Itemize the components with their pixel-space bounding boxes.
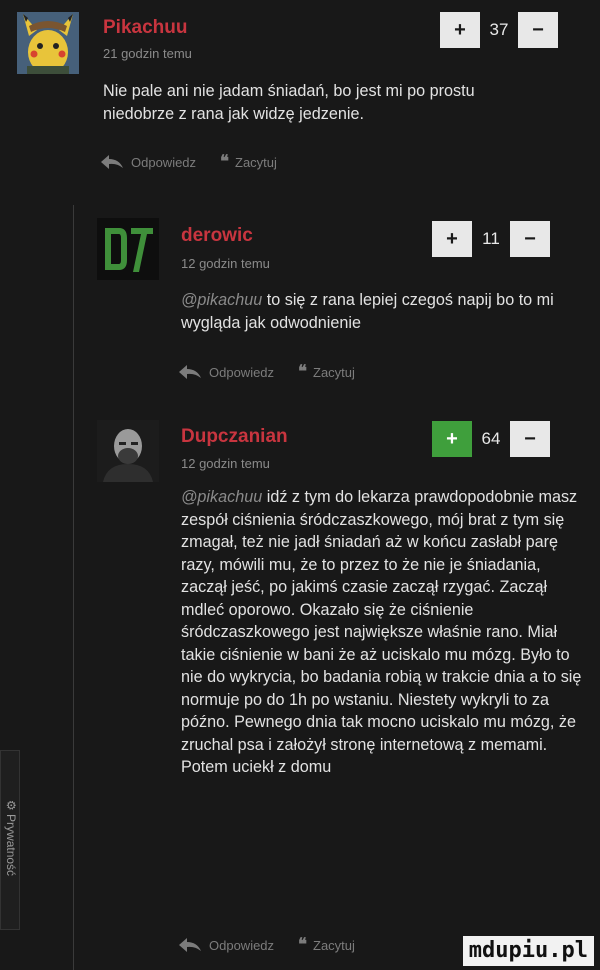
comment-body: Nie pale ani nie jadam śniadań, bo jest …: [103, 80, 513, 125]
comment-timestamp: 12 godzin temu: [181, 456, 270, 471]
user-mention-link[interactable]: @pikachuu: [181, 488, 262, 506]
vote-count: 37: [489, 20, 509, 39]
downvote-button[interactable]: −: [510, 421, 550, 457]
username[interactable]: derowic: [181, 225, 253, 247]
avatar[interactable]: [97, 420, 159, 482]
comment-timestamp: 21 godzin temu: [103, 46, 192, 61]
privacy-settings-tab[interactable]: ⚙ Prywatność: [0, 750, 20, 930]
comment-body: @pikachuu to się z rana lepiej czegoś na…: [181, 289, 581, 334]
quote-button[interactable]: ❛❛ Zacytuj: [196, 152, 277, 172]
quote-icon: ❛❛: [298, 362, 307, 381]
reply-arrow-icon: [179, 938, 201, 952]
reply-label: Odpowiedz: [209, 937, 275, 953]
comment-timestamp: 12 godzin temu: [181, 256, 270, 271]
user-mention-link[interactable]: @pikachuu: [181, 291, 262, 309]
vote-widget: + 37 −: [440, 12, 558, 48]
downvote-button[interactable]: −: [510, 221, 550, 257]
avatar[interactable]: [97, 218, 159, 280]
privacy-tab-label: ⚙ Prywatność: [4, 799, 18, 877]
vote-count: 64: [481, 429, 501, 448]
comment-actions: Odpowiedz ❛❛ Zacytuj: [101, 152, 277, 172]
gear-icon: ⚙: [4, 799, 18, 811]
comment-actions: Odpowiedz ❛❛ Zacytuj: [179, 362, 355, 382]
quote-icon: ❛❛: [298, 935, 307, 954]
vote-count: 11: [482, 229, 500, 248]
upvote-button[interactable]: +: [440, 12, 480, 48]
username[interactable]: Pikachuu: [103, 17, 187, 39]
reply-arrow-icon: [101, 155, 123, 169]
reply-label: Odpowiedz: [209, 364, 275, 380]
downvote-button[interactable]: −: [518, 12, 558, 48]
reply-thread-line: [73, 205, 74, 970]
reply-button[interactable]: Odpowiedz: [101, 155, 196, 170]
reply-label: Odpowiedz: [131, 154, 197, 170]
comment-text: idź z tym do lekarza prawdopodobnie masz…: [181, 488, 582, 776]
quote-button[interactable]: ❛❛ Zacytuj: [274, 935, 355, 955]
username[interactable]: Dupczanian: [181, 426, 288, 448]
quote-icon: ❛❛: [220, 152, 229, 171]
comment-text: Nie pale ani nie jadam śniadań, bo jest …: [103, 82, 475, 123]
derowic-avatar-icon: [97, 218, 159, 280]
vote-widget: + 64 −: [432, 421, 550, 457]
watermark-logo: mdupiu.pl: [462, 936, 594, 966]
upvote-button[interactable]: +: [432, 421, 472, 457]
comment-body: @pikachuu idź z tym do lekarza prawdopod…: [181, 486, 585, 779]
quote-label: Zacytuj: [313, 937, 355, 953]
quote-button[interactable]: ❛❛ Zacytuj: [274, 362, 355, 382]
comment-actions: Odpowiedz ❛❛ Zacytuj: [179, 935, 355, 955]
vote-widget: + 11 −: [432, 221, 550, 257]
reply-button[interactable]: Odpowiedz: [179, 365, 274, 380]
reply-button[interactable]: Odpowiedz: [179, 938, 274, 953]
reply-arrow-icon: [179, 365, 201, 379]
quote-label: Zacytuj: [313, 364, 355, 380]
pikachu-avatar-icon: [17, 12, 79, 74]
dupczanian-avatar-icon: [97, 420, 159, 482]
quote-label: Zacytuj: [235, 154, 277, 170]
upvote-button[interactable]: +: [432, 221, 472, 257]
avatar[interactable]: [17, 12, 79, 74]
